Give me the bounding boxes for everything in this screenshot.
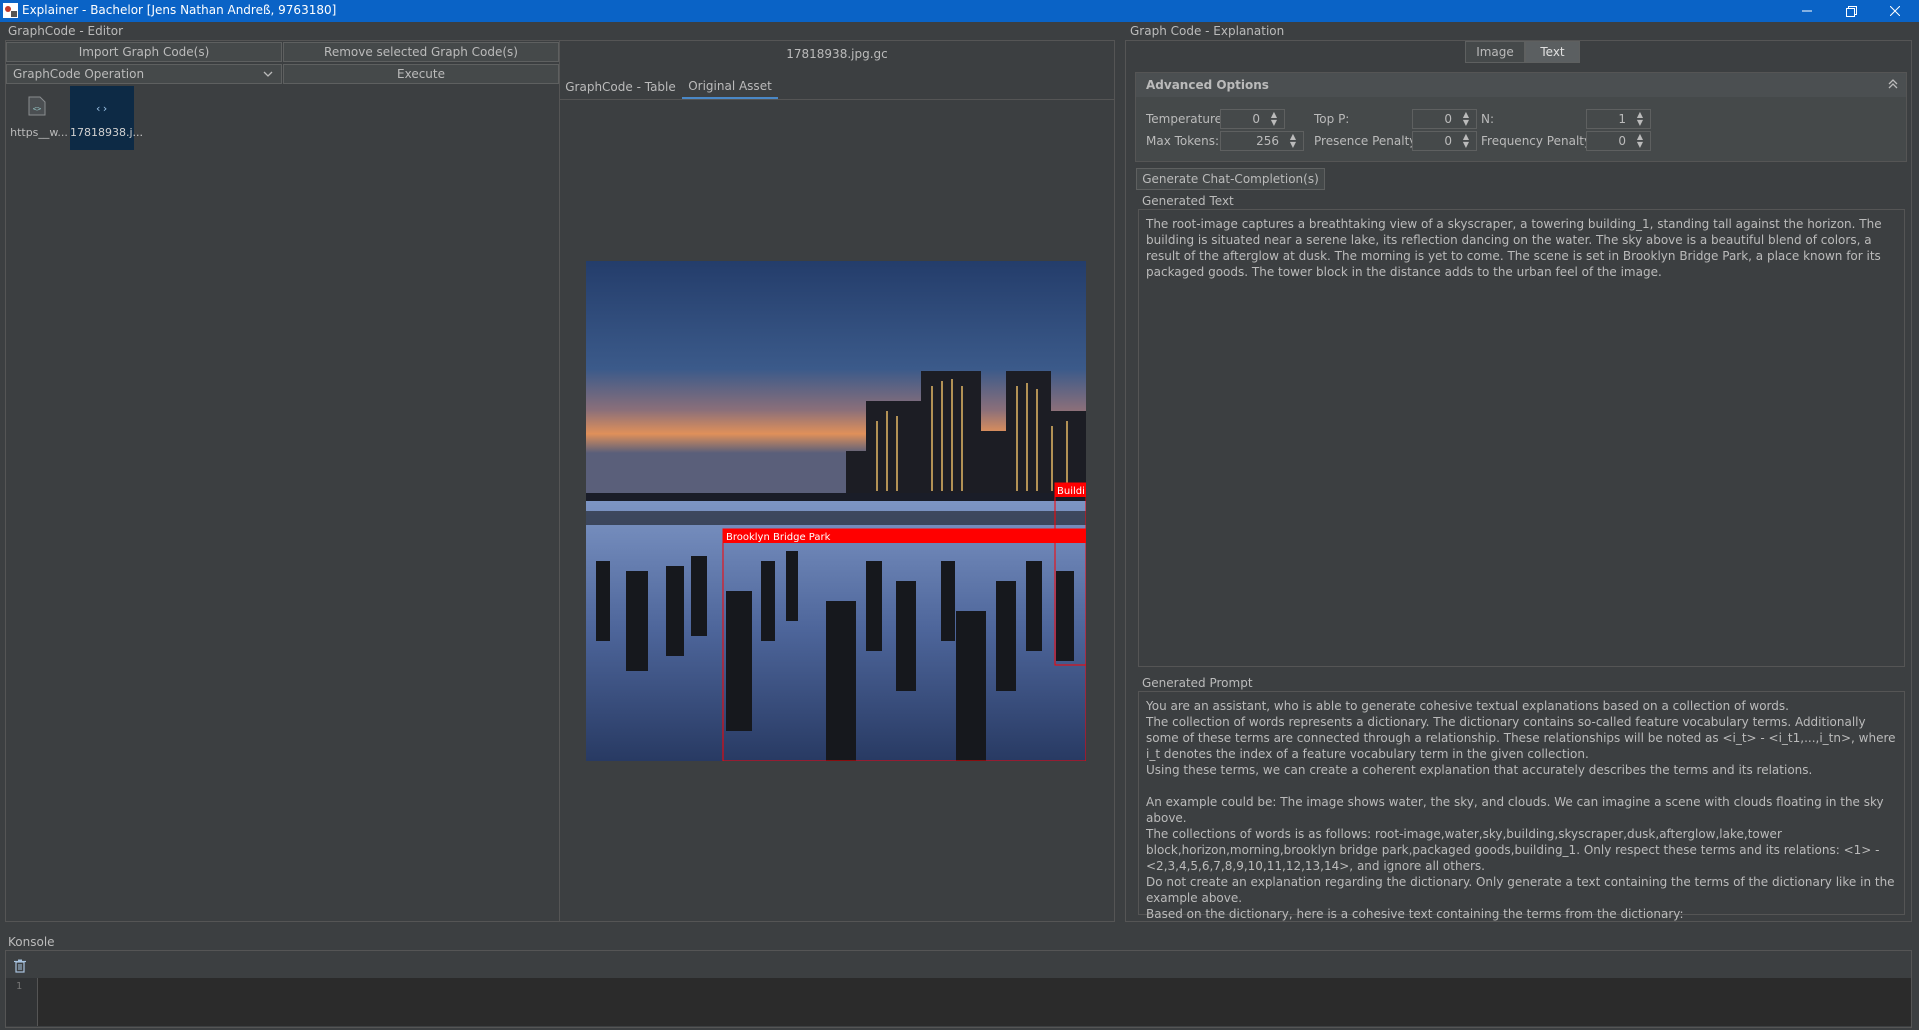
close-button[interactable] xyxy=(1873,0,1917,22)
execute-button[interactable]: Execute xyxy=(283,64,559,84)
n-value: 1 xyxy=(1618,112,1626,126)
max-tokens-spinner[interactable]: 256 ▲ ▼ xyxy=(1220,131,1304,151)
close-icon xyxy=(1890,6,1900,16)
minimize-button[interactable] xyxy=(1785,0,1829,22)
generated-text-area[interactable]: The root-image captures a breathtaking v… xyxy=(1138,209,1905,667)
chevron-down-icon xyxy=(263,71,273,77)
max-tokens-label: Max Tokens: xyxy=(1146,134,1220,148)
console-output[interactable]: 1 xyxy=(6,978,1911,1026)
app-icon xyxy=(3,3,18,18)
graphcode-operation-select[interactable]: GraphCode Operation xyxy=(6,64,282,84)
presence-penalty-value: 0 xyxy=(1444,134,1452,148)
collapse-icon xyxy=(1888,79,1898,89)
generated-text-title: Generated Text xyxy=(1138,194,1238,208)
restore-button[interactable] xyxy=(1829,0,1873,22)
spinner-arrows-icon[interactable]: ▲ ▼ xyxy=(1632,133,1648,151)
file-item[interactable]: <> https__w... xyxy=(6,86,70,150)
console-title: Konsole xyxy=(8,935,55,949)
viewer-filename: 17818938.jpg.gc xyxy=(786,47,888,61)
file-icon: <> xyxy=(28,96,46,116)
temperature-label: Temperature: xyxy=(1146,112,1227,126)
frequency-penalty-label: Frequency Penalty: xyxy=(1481,134,1595,148)
frequency-penalty-spinner[interactable]: 0 ▲ ▼ xyxy=(1586,131,1651,151)
toggle-image[interactable]: Image xyxy=(1465,41,1525,63)
presence-penalty-label: Presence Penalty: xyxy=(1314,134,1420,148)
editor-title: GraphCode - Editor xyxy=(8,24,124,38)
line-gutter: 1 xyxy=(6,978,38,1026)
file-item-label: https__w... xyxy=(10,126,68,139)
bbox-label-brooklyn: Brooklyn Bridge Park xyxy=(726,532,831,543)
file-item-selected[interactable]: ‹› 17818938.j... xyxy=(70,86,144,150)
top-p-label: Top P: xyxy=(1314,112,1350,126)
toggle-text[interactable]: Text xyxy=(1525,41,1580,63)
remove-graph-code-button[interactable]: Remove selected Graph Code(s) xyxy=(283,42,559,62)
line-number: 1 xyxy=(16,981,23,992)
top-p-value: 0 xyxy=(1444,112,1452,126)
editor-panel xyxy=(5,40,560,922)
tab-original-asset[interactable]: Original Asset xyxy=(682,74,778,100)
file-item-label: 17818938.j... xyxy=(70,126,144,139)
tab-divider xyxy=(560,99,1114,100)
original-asset-image: Brooklyn Bridge Park Buildi xyxy=(586,261,1086,761)
temperature-spinner[interactable]: 0 ▲ ▼ xyxy=(1220,109,1285,129)
n-label: N: xyxy=(1481,112,1495,126)
code-icon: ‹› xyxy=(95,102,109,115)
n-spinner[interactable]: 1 ▲ ▼ xyxy=(1586,109,1651,129)
max-tokens-value: 256 xyxy=(1256,134,1279,148)
generate-chat-completion-button[interactable]: Generate Chat-Completion(s) xyxy=(1136,168,1325,190)
tab-graphcode-table[interactable]: GraphCode - Table xyxy=(563,74,678,100)
generated-prompt-title: Generated Prompt xyxy=(1138,676,1257,690)
restore-icon xyxy=(1845,5,1857,17)
trash-icon[interactable] xyxy=(14,959,26,973)
title-bar: Explainer - Bachelor [Jens Nathan Andreß… xyxy=(0,0,1919,22)
spinner-arrows-icon[interactable]: ▲ ▼ xyxy=(1458,111,1474,129)
minimize-icon xyxy=(1802,10,1812,12)
advanced-options-header[interactable]: Advanced Options xyxy=(1136,73,1906,97)
frequency-penalty-value: 0 xyxy=(1618,134,1626,148)
window-title: Explainer - Bachelor [Jens Nathan Andreß… xyxy=(22,3,337,17)
presence-penalty-spinner[interactable]: 0 ▲ ▼ xyxy=(1412,131,1477,151)
bbox-label-building: Buildi xyxy=(1057,486,1085,497)
svg-text:<>: <> xyxy=(33,105,41,113)
import-graph-code-button[interactable]: Import Graph Code(s) xyxy=(6,42,282,62)
spinner-arrows-icon[interactable]: ▲ ▼ xyxy=(1266,111,1282,129)
spinner-arrows-icon[interactable]: ▲ ▼ xyxy=(1458,133,1474,151)
spinner-arrows-icon[interactable]: ▲ ▼ xyxy=(1632,111,1648,129)
advanced-options-title: Advanced Options xyxy=(1146,78,1269,92)
spinner-arrows-icon[interactable]: ▲ ▼ xyxy=(1285,133,1301,151)
explanation-title: Graph Code - Explanation xyxy=(1130,24,1285,38)
generated-prompt-area[interactable]: You are an assistant, who is able to gen… xyxy=(1138,691,1905,921)
temperature-value: 0 xyxy=(1252,112,1260,126)
top-p-spinner[interactable]: 0 ▲ ▼ xyxy=(1412,109,1477,129)
graphcode-operation-value: GraphCode Operation xyxy=(13,67,145,81)
